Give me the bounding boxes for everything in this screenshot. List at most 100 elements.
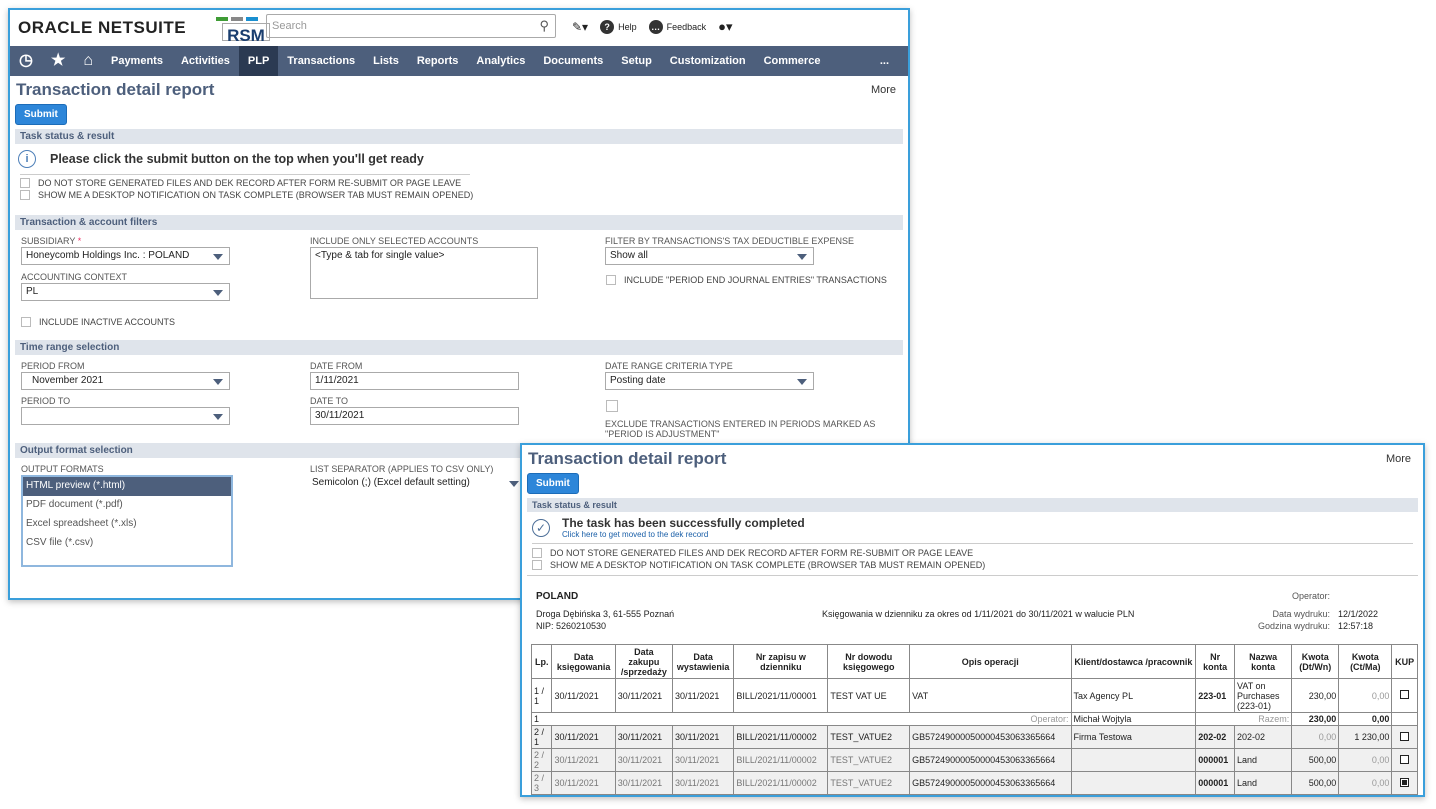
section-task-status[interactable]: Task status & result [15,129,903,144]
date-criteria-select[interactable]: Posting date [605,372,814,390]
column-header: Nr zapisu w dzienniku [733,644,829,679]
column-header: Klient/dostawca /pracownik [1070,644,1197,679]
print-time-label: Godzina wydruku: [1257,621,1330,631]
kup-checkbox[interactable] [1400,754,1410,764]
subsidiary-label: SUBSIDIARY [21,236,76,246]
section-time-range[interactable]: Time range selection [15,340,903,355]
checkbox-no-store[interactable]: DO NOT STORE GENERATED FILES AND DEK REC… [10,177,908,189]
checkbox-box[interactable] [532,560,542,570]
report-operator-label: Operator: [1292,591,1331,601]
table-cell: 202-02 [1234,725,1293,749]
list-separator-label: LIST SEPARATOR (APPLIES TO CSV ONLY) [310,464,494,474]
checkbox-box[interactable] [20,190,30,200]
kup-checkbox[interactable] [1400,777,1410,787]
checkbox-box[interactable] [606,275,616,285]
date-from-value: 1/11/2021 [315,375,359,386]
table-cell: 1 [530,712,552,726]
result-submit-button[interactable]: Submit [527,473,579,494]
checkbox-box[interactable] [20,178,30,188]
nav-activities[interactable]: Activities [172,46,239,76]
output-format-option[interactable]: CSV file (*.csv) [23,534,231,553]
period-to-label: PERIOD TO [21,396,71,406]
kup-checkbox[interactable] [1400,731,1410,741]
nav-plp[interactable]: PLP [238,46,279,76]
nav-transactions[interactable]: Transactions [278,46,364,76]
checkbox-period-end[interactable]: INCLUDE "PERIOD END JOURNAL ENTRIES" TRA… [596,274,887,286]
period-to-select[interactable] [21,407,230,425]
summary-operator-name: Michał Wojtyla [1070,712,1197,726]
accounting-context-select[interactable]: PL [21,283,230,301]
search-placeholder: Search [272,20,307,32]
table-cell: 0,00 [1338,678,1393,713]
checkbox-box[interactable] [21,317,31,327]
date-to-label: DATE TO [310,396,349,406]
search-icon[interactable]: ⚲ [539,18,549,34]
checkbox-include-inactive[interactable]: INCLUDE INACTIVE ACCOUNTS [11,316,175,328]
list-separator-value: Semicolon (;) (Excel default setting) [312,477,470,488]
info-icon: i [18,150,36,168]
search-input[interactable]: Search ⚲ [266,14,556,38]
result-more-link[interactable]: More [1386,453,1411,465]
tax-filter-label: FILTER BY TRANSACTIONS'S TAX DEDUCTIBLE … [605,236,854,246]
chevron-down-icon [213,414,223,420]
nav-payments[interactable]: Payments [102,46,172,76]
date-from-field: DATE FROM 1/11/2021 [310,361,519,390]
output-format-option[interactable]: PDF document (*.pdf) [23,496,231,515]
exclude-adjustment-label: EXCLUDE TRANSACTIONS ENTERED IN PERIODS … [605,419,876,439]
checkbox-desktop-notification[interactable]: SHOW ME A DESKTOP NOTIFICATION ON TASK C… [10,189,908,201]
period-from-select[interactable]: November 2021 [21,372,230,390]
result-checkbox-no-store[interactable]: DO NOT STORE GENERATED FILES AND DEK REC… [522,547,1423,559]
recent-records-icon[interactable]: ✎▾ [572,20,588,34]
table-cell: GB572490000500004530633656​64 [909,771,1072,795]
tax-filter-field: FILTER BY TRANSACTIONS'S TAX DEDUCTIBLE … [605,236,895,265]
nav-customization[interactable]: Customization [661,46,755,76]
include-accounts-textarea[interactable]: <Type & tab for single value> [310,247,538,299]
nav-analytics[interactable]: Analytics [467,46,534,76]
report-description: Księgowania w dzienniku za okres od 1/11… [822,609,1135,619]
info-message: i Please click the submit button on the … [10,144,908,174]
date-to-input[interactable]: 30/11/2021 [310,407,519,425]
checkbox-box[interactable] [532,548,542,558]
summary-total-label: Razem: [1195,712,1293,726]
result-section-task-status[interactable]: Task status & result [527,498,1418,512]
user-menu-icon[interactable]: ●▾ [718,19,732,35]
star-icon[interactable]: ★ [42,46,74,76]
section-filters[interactable]: Transaction & account filters [15,215,903,230]
nav-more[interactable]: ... [871,46,898,76]
column-header: Data wystawienia [671,644,735,679]
nav-reports[interactable]: Reports [408,46,468,76]
table-cell: 30/11/2021 [671,678,735,713]
submit-button[interactable]: Submit [15,104,67,125]
nav-setup[interactable]: Setup [612,46,661,76]
list-separator-select[interactable]: Semicolon (;) (Excel default setting) [310,475,525,493]
exclude-adjustment-checkbox[interactable] [606,400,618,412]
feedback-link[interactable]: … Feedback [648,20,706,34]
nav-commerce[interactable]: Commerce [755,46,830,76]
print-date-value: 12/1/2022 [1338,609,1379,619]
feedback-icon: … [648,20,663,34]
subsidiary-field: SUBSIDIARY * Honeycomb Holdings Inc. : P… [21,236,230,265]
help-icon: ? [600,20,615,34]
recent-icon[interactable]: ◷ [10,46,42,76]
oracle-netsuite-logo[interactable]: ORACLE NETSUITE [18,18,186,38]
table-cell: 30/11/2021 [671,771,735,795]
home-icon[interactable]: ⌂ [74,46,102,76]
output-format-option[interactable]: Excel spreadsheet (*.xls) [23,515,231,534]
subsidiary-select[interactable]: Honeycomb Holdings Inc. : POLAND [21,247,230,265]
tax-filter-select[interactable]: Show all [605,247,814,265]
dek-record-link[interactable]: Click here to get moved to the dek recor… [562,530,805,539]
table-cell: 500,00 [1291,748,1340,772]
table-cell: 30/11/2021 [551,771,616,795]
table-cell: BILL/2021/11/00002 [733,725,829,749]
output-formats-label: OUTPUT FORMATS [21,464,104,474]
result-checkbox-notification[interactable]: SHOW ME A DESKTOP NOTIFICATION ON TASK C… [522,559,1423,571]
help-link[interactable]: ? Help [600,20,637,34]
output-format-option[interactable]: HTML preview (*.html) [23,477,231,496]
date-from-input[interactable]: 1/11/2021 [310,372,519,390]
nav-documents[interactable]: Documents [534,46,612,76]
output-formats-list[interactable]: HTML preview (*.html) PDF document (*.pd… [21,475,233,567]
more-link[interactable]: More [871,84,896,96]
nav-lists[interactable]: Lists [364,46,408,76]
kup-checkbox[interactable] [1400,690,1410,699]
checkbox-label: INCLUDE "PERIOD END JOURNAL ENTRIES" TRA… [624,275,887,285]
